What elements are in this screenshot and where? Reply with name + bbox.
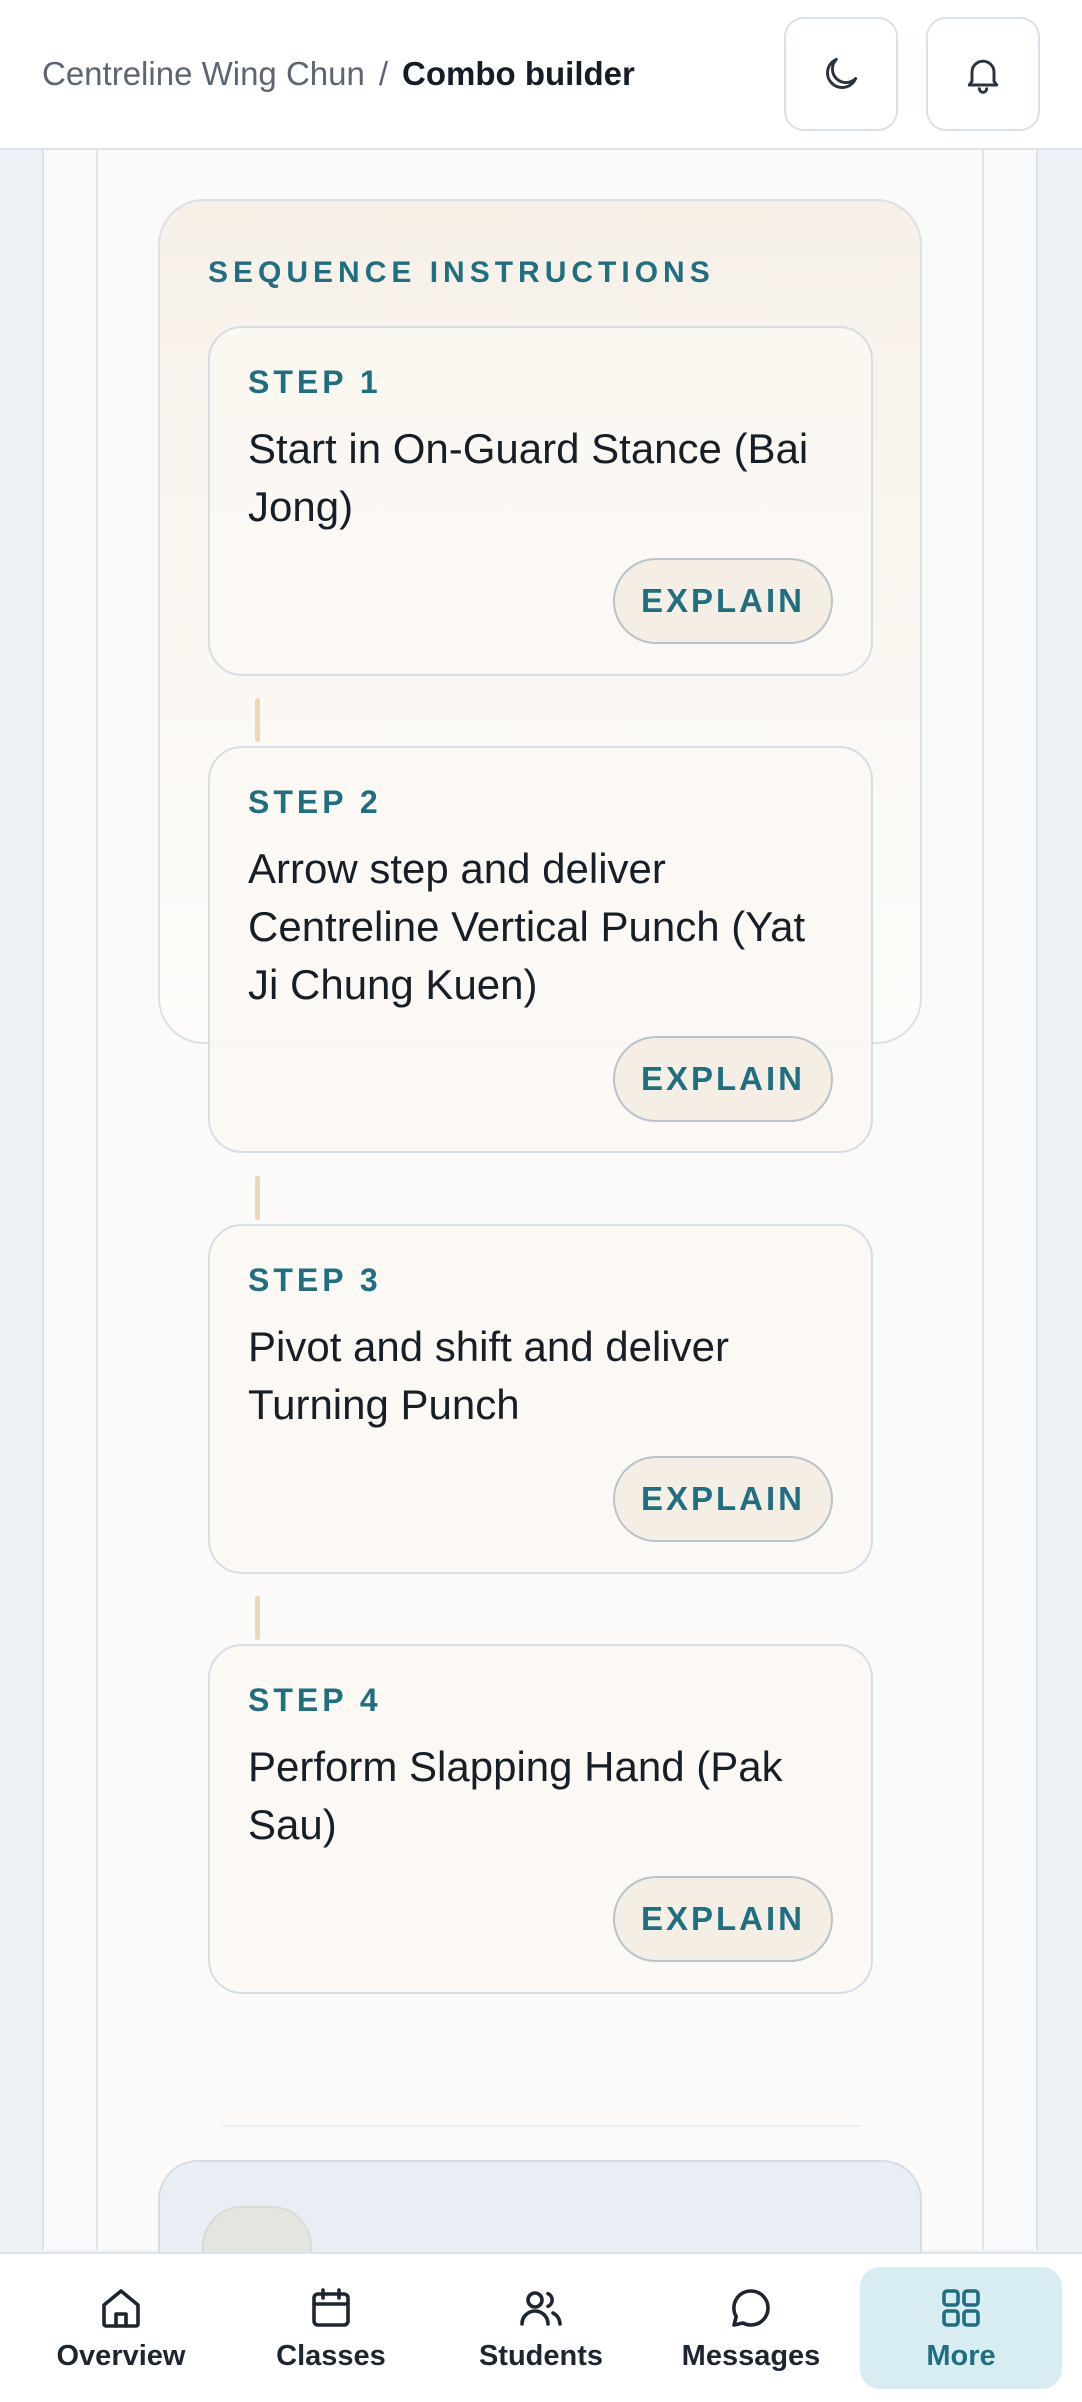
breadcrumb-root[interactable]: Centreline Wing Chun [42,55,365,93]
users-icon [520,2290,562,2326]
step-card-1: STEP 1 Start in On-Guard Stance (Bai Jon… [208,326,873,676]
step-label: STEP 4 [248,1682,382,1718]
explain-button-step-3[interactable]: EXPLAIN [613,1456,833,1542]
step-text: Perform Slapping Hand (Pak Sau) [248,1743,783,1848]
nav-label: Classes [276,2339,386,2372]
nav-label: Students [478,2339,604,2372]
explain-button-step-2[interactable]: EXPLAIN [613,1036,833,1122]
breadcrumb-separator: / [378,55,389,92]
step-text: Pivot and shift and deliver Turning Punc… [248,1323,729,1428]
home-icon [102,2288,140,2328]
grid-icon [942,2288,980,2327]
explain-button-step-1[interactable]: EXPLAIN [613,558,833,644]
step-card-4: STEP 4 Perform Slapping Hand (Pak Sau) E… [208,1644,873,1994]
nav-item-messages[interactable]: Messages [650,2267,852,2389]
breadcrumb: Centreline Wing Chun / Combo builder [42,55,756,93]
calendar-icon [312,2287,350,2327]
explain-button-step-4[interactable]: EXPLAIN [613,1876,833,1962]
nav-label: Messages [681,2339,821,2372]
bottom-navigation: Overview Classes Students Messages More [0,2252,1082,2402]
nav-label: Overview [56,2339,186,2372]
step-connector [255,1176,260,1220]
nav-item-overview[interactable]: Overview [20,2267,222,2389]
step-label: STEP 2 [248,784,382,820]
theme-toggle-button[interactable] [784,17,898,131]
step-label: STEP 3 [248,1262,382,1298]
step-text: Start in On-Guard Stance (Bai Jong) [248,425,809,530]
step-connector [255,1596,260,1640]
notifications-button[interactable] [926,17,1040,131]
top-header: Centreline Wing Chun / Combo builder [0,0,1082,150]
step-label: STEP 1 [248,364,382,400]
moon-icon [826,57,858,89]
nav-item-classes[interactable]: Classes [230,2267,432,2389]
bell-icon [967,59,999,94]
combo-builder-page: Centreline Wing Chun / Combo builder SEQ… [0,0,1082,2402]
chat-icon [732,2288,770,2327]
nav-item-students[interactable]: Students [440,2267,642,2389]
step-card-2: STEP 2 Arrow step and deliver Centreline… [208,746,873,1153]
step-connector [255,698,260,742]
breadcrumb-current: Combo builder [402,55,635,92]
step-text: Arrow step and deliver Centreline Vertic… [248,845,806,1008]
sequence-instructions-title: SEQUENCE INSTRUCTIONS [208,256,715,289]
step-card-3: STEP 3 Pivot and shift and deliver Turni… [208,1224,873,1574]
nav-label: More [926,2339,996,2372]
nav-item-more[interactable]: More [860,2267,1062,2389]
section-divider [222,2125,860,2127]
